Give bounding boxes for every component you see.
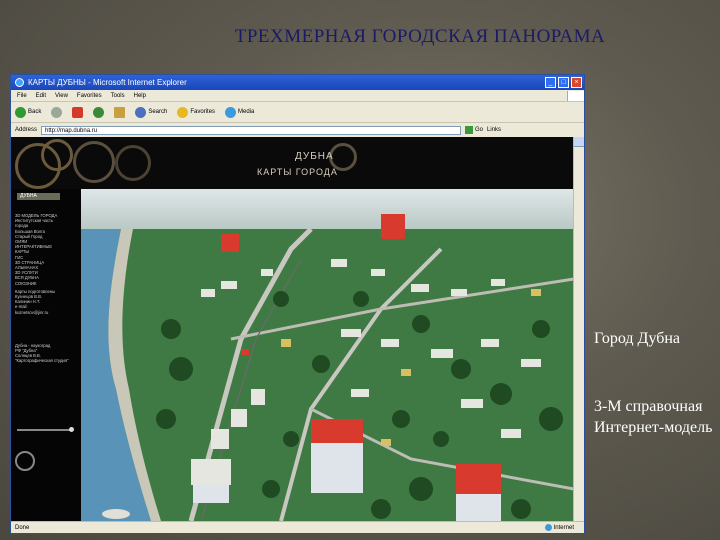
banner-title: ДУБНА	[295, 151, 334, 162]
gear-icon	[115, 145, 151, 181]
forward-icon	[51, 106, 63, 118]
close-button[interactable]: ×	[571, 77, 582, 88]
sidebar-credit: "Картографическая студия"	[15, 358, 69, 364]
status-zone: Internet	[544, 524, 584, 531]
favorites-icon	[177, 106, 189, 118]
address-bar: Address http://map.dubna.ru Go Links	[11, 123, 584, 138]
map-haze	[81, 189, 574, 229]
sidebar-slider[interactable]	[17, 427, 74, 432]
back-button[interactable]: Back	[15, 106, 42, 118]
sidebar-links: 3D МОДЕЛЬ ГОРОДА Институтская часть горо…	[15, 213, 77, 364]
scroll-up-icon[interactable]	[574, 137, 584, 147]
media-button[interactable]: Media	[225, 106, 255, 118]
address-input[interactable]: http://map.dubna.ru	[41, 125, 462, 135]
status-text: Done	[15, 524, 30, 531]
go-label: Go	[475, 127, 484, 133]
menu-file[interactable]: File	[17, 93, 27, 99]
city-3d-map[interactable]	[81, 189, 574, 521]
page-sidebar: ДУБНА 3D МОДЕЛЬ ГОРОДА Институтская част…	[11, 189, 81, 521]
media-icon	[225, 106, 237, 118]
go-arrow-icon	[465, 126, 474, 134]
forward-button[interactable]	[51, 106, 63, 118]
menu-tools[interactable]: Tools	[111, 93, 125, 99]
windows-flag-icon	[567, 90, 584, 101]
menu-help[interactable]: Help	[134, 93, 146, 99]
banner-subtitle: КАРТЫ ГОРОДА	[257, 167, 338, 177]
ie-logo-icon	[15, 78, 24, 87]
menu-favorites[interactable]: Favorites	[77, 93, 102, 99]
browser-window: КАРТЫ ДУБНЫ - Microsoft Internet Explore…	[10, 74, 585, 534]
media-label: Media	[238, 109, 255, 115]
address-label: Address	[15, 127, 38, 133]
home-icon	[114, 106, 126, 118]
search-icon	[135, 106, 147, 118]
stop-icon	[72, 106, 84, 118]
refresh-icon	[93, 106, 105, 118]
page-content: ДУБНА КАРТЫ ГОРОДА ДУБНА 3D МОДЕЛЬ ГОРОД…	[11, 137, 584, 521]
back-icon	[15, 106, 26, 118]
status-bar: Done Internet	[11, 521, 584, 533]
window-titlebar[interactable]: КАРТЫ ДУБНЫ - Microsoft Internet Explore…	[11, 75, 584, 90]
stop-button[interactable]	[72, 106, 84, 118]
menu-view[interactable]: View	[55, 93, 68, 99]
back-label: Back	[28, 109, 42, 115]
gear-icon	[41, 139, 73, 171]
search-label: Search	[148, 109, 168, 115]
caption-city: Город Дубна	[594, 330, 681, 347]
stadium	[102, 509, 130, 519]
minimize-button[interactable]: _	[545, 77, 556, 88]
favorites-label: Favorites	[190, 109, 216, 115]
gear-icon	[73, 141, 115, 183]
search-button[interactable]: Search	[135, 106, 168, 118]
menu-bar: File Edit View Favorites Tools Help	[11, 90, 584, 102]
globe-icon	[544, 524, 552, 531]
links-label[interactable]: Links	[487, 127, 501, 133]
refresh-button[interactable]	[93, 106, 105, 118]
menu-edit[interactable]: Edit	[36, 93, 46, 99]
slide-title: ТРЕХМЕРНАЯ ГОРОДСКАЯ ПАНОРАМА	[234, 26, 606, 47]
home-button[interactable]	[114, 106, 126, 118]
go-button[interactable]: Go	[465, 126, 483, 134]
window-title: КАРТЫ ДУБНЫ - Microsoft Internet Explore…	[28, 78, 187, 87]
favorites-button[interactable]: Favorites	[177, 106, 216, 118]
maximize-button[interactable]: □	[558, 77, 569, 88]
vertical-scrollbar[interactable]	[573, 137, 584, 521]
caption-model: 3-М справочная Интернет-модель	[594, 398, 713, 436]
sidebar-tab[interactable]: ДУБНА	[17, 193, 60, 200]
page-banner: ДУБНА КАРТЫ ГОРОДА	[11, 137, 574, 189]
slider-knob[interactable]	[69, 427, 74, 432]
toolbar: Back Search Favorites Media	[11, 102, 584, 123]
status-zone-label: Internet	[553, 524, 574, 531]
logo-icon	[15, 451, 35, 471]
